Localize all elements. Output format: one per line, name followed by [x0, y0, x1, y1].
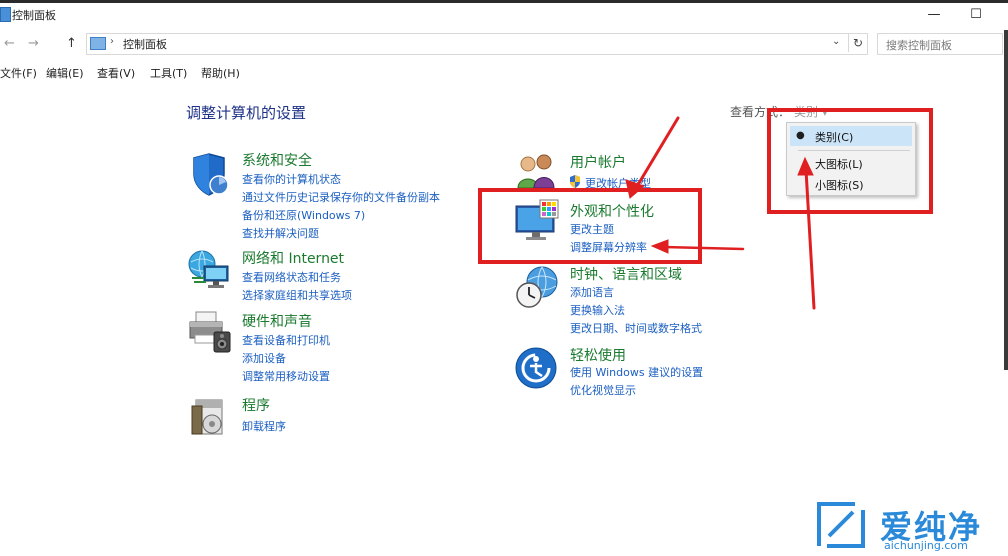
link-devices-printers[interactable]: 查看设备和打印机: [242, 332, 330, 348]
control-panel-icon: [0, 7, 11, 22]
address-bar[interactable]: [86, 33, 868, 55]
window-title: 控制面板: [12, 9, 56, 22]
category-programs[interactable]: 程序: [242, 395, 270, 415]
ease-of-access-icon[interactable]: [514, 346, 560, 392]
up-button[interactable]: ↑: [66, 36, 77, 51]
menu-help[interactable]: 帮助(H): [201, 65, 240, 81]
link-uninstall-program[interactable]: 卸载程序: [242, 418, 286, 434]
clock-globe-icon[interactable]: [514, 264, 560, 310]
globe-network-icon[interactable]: [186, 246, 232, 292]
breadcrumb-separator: ›: [110, 36, 114, 47]
menu-tools[interactable]: 工具(T): [150, 65, 187, 81]
category-ease-of-access[interactable]: 轻松使用: [570, 345, 626, 365]
link-network-status[interactable]: 查看网络状态和任务: [242, 269, 341, 285]
page-title: 调整计算机的设置: [186, 104, 307, 122]
programs-icon[interactable]: [190, 394, 236, 440]
forward-button[interactable]: →: [28, 36, 39, 51]
link-optimize-display[interactable]: 优化视觉显示: [570, 382, 636, 398]
link-file-history[interactable]: 通过文件历史记录保存你的文件备份副本: [242, 189, 440, 205]
breadcrumb[interactable]: 控制面板: [123, 36, 167, 52]
watermark-logo: [817, 502, 865, 548]
link-troubleshoot[interactable]: 查找并解决问题: [242, 225, 319, 241]
minimize-button[interactable]: —: [912, 3, 956, 27]
link-view-computer-status[interactable]: 查看你的计算机状态: [242, 171, 341, 187]
link-add-language[interactable]: 添加语言: [570, 284, 614, 300]
watermark-url: aichunjing.com: [884, 539, 968, 552]
title-bar: [0, 0, 1008, 30]
menu-view[interactable]: 查看(V): [97, 65, 135, 81]
maximize-button[interactable]: ☐: [954, 3, 998, 27]
category-hardware-sound[interactable]: 硬件和声音: [242, 311, 312, 331]
link-change-input[interactable]: 更换输入法: [570, 302, 625, 318]
link-homegroup[interactable]: 选择家庭组和共享选项: [242, 287, 352, 303]
category-clock-language[interactable]: 时钟、语言和区域: [570, 264, 682, 284]
link-mobility-settings[interactable]: 调整常用移动设置: [242, 368, 330, 384]
category-system-security[interactable]: 系统和安全: [242, 150, 312, 170]
folder-icon: [90, 37, 106, 50]
back-button[interactable]: ←: [4, 36, 15, 51]
link-backup-restore[interactable]: 备份和还原(Windows 7): [242, 207, 365, 223]
category-network-internet[interactable]: 网络和 Internet: [242, 248, 344, 268]
refresh-button[interactable]: ↻: [848, 34, 867, 52]
link-add-device[interactable]: 添加设备: [242, 350, 286, 366]
menu-file[interactable]: 文件(F): [0, 65, 37, 81]
printer-icon[interactable]: [186, 308, 232, 354]
menu-edit[interactable]: 编辑(E): [46, 65, 84, 81]
annotation-box-appearance: [478, 188, 702, 264]
annotation-box-dropdown: [767, 108, 933, 214]
shield-icon[interactable]: [186, 152, 232, 198]
link-recommended-settings[interactable]: 使用 Windows 建议的设置: [570, 364, 703, 380]
uac-shield-icon: [570, 175, 580, 188]
chevron-down-icon[interactable]: ⌄: [832, 36, 840, 47]
link-date-time-format[interactable]: 更改日期、时间或数字格式: [570, 320, 702, 336]
annotation-arrows: [625, 116, 816, 310]
category-user-accounts[interactable]: 用户帐户: [570, 152, 626, 172]
search-placeholder: 搜索控制面板: [886, 39, 952, 52]
window-border: [1004, 30, 1008, 370]
